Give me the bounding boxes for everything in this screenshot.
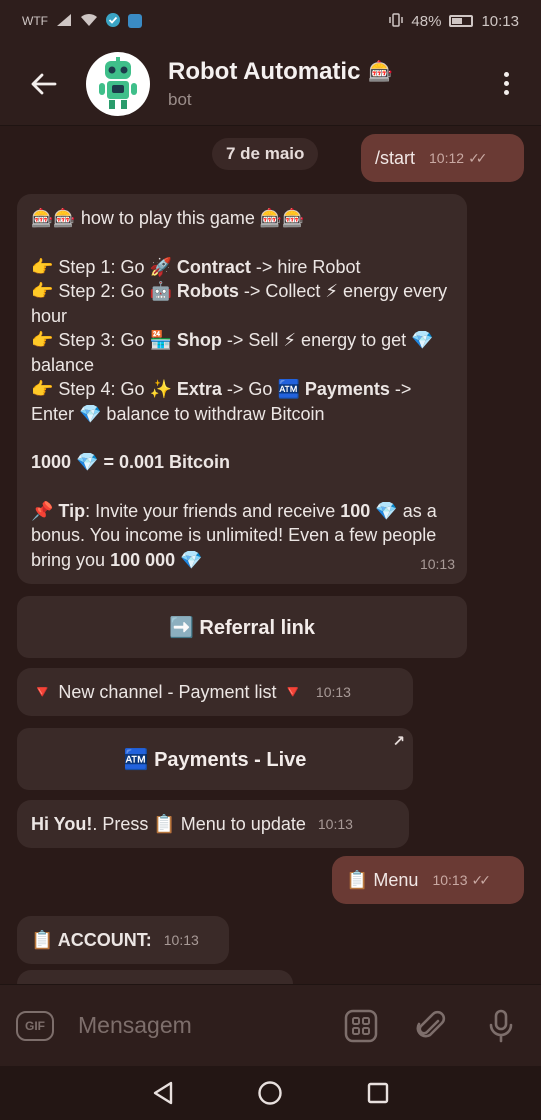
check-circle-icon — [106, 12, 120, 30]
system-nav-bar — [0, 1066, 541, 1120]
message-text: Hi You!. Press 📋 Menu to update — [31, 813, 306, 834]
vibrate-icon — [389, 12, 404, 30]
kebab-dot-icon — [503, 81, 509, 86]
message-line: 👉 Step 4: Go ✨ Extra -> Go 🏧 Payments ->… — [31, 379, 412, 424]
carrier-label: WTF — [22, 14, 48, 28]
back-arrow-icon — [31, 73, 57, 94]
voice-message-button[interactable] — [477, 1002, 525, 1050]
message-text: 🔻 New channel - Payment list 🔻 — [31, 681, 304, 702]
nav-back-icon[interactable] — [152, 1081, 174, 1105]
battery-percent: 48% — [411, 12, 442, 30]
external-link-icon: ↗ — [392, 733, 405, 750]
chat-area[interactable]: 7 de maio /start 10:12 ✓✓ 🎰🎰 how to play… — [0, 126, 541, 984]
message-time: 10:13 — [317, 816, 353, 832]
payments-live-button[interactable]: 🏧 Payments - Live ↗ — [17, 728, 413, 790]
message-line: 🎰🎰 how to play this game 🎰🎰 — [31, 208, 305, 228]
message-line: 👉 Step 3: Go 🏪 Shop -> Sell ⚡ energy to … — [31, 330, 434, 375]
message-line: 📌 Tip: Invite your friends and receive 1… — [31, 500, 437, 570]
message-time: 10:13 — [315, 684, 351, 700]
chat-title-text: Robot Automatic — [168, 57, 361, 85]
bot-commands-button[interactable] — [337, 1002, 385, 1050]
back-button[interactable] — [0, 42, 86, 126]
wifi-icon — [80, 13, 98, 30]
battery-icon — [449, 15, 474, 27]
message-text: 📋 Menu — [346, 869, 419, 890]
double-check-icon: ✓✓ — [468, 149, 488, 166]
message-text: 📋 ACCOUNT: — [31, 929, 152, 950]
message-time: 10:12 — [429, 150, 465, 166]
button-label: 🏧 Payments - Live — [123, 748, 307, 771]
grid-icon — [344, 1009, 378, 1042]
bot-avatar[interactable] — [86, 51, 150, 116]
referral-link-button[interactable]: ➡️ Referral link — [17, 596, 467, 658]
message-line: 👉 Step 1: Go 🚀 Contract -> hire Robot — [31, 256, 361, 277]
robot-icon — [99, 56, 137, 109]
message-time: 10:13 — [419, 555, 455, 572]
message-line: 1000 💎 = 0.001 Bitcoin — [31, 452, 231, 472]
nav-home-icon[interactable] — [257, 1080, 283, 1106]
kebab-dot-icon — [503, 72, 509, 77]
date-separator: 7 de maio — [212, 138, 319, 170]
status-bar: WTF 48% 10:13 — [0, 0, 541, 42]
app-notification-icon — [128, 14, 142, 28]
message-time: 10:13 — [163, 932, 199, 948]
message-line: 👉 Step 2: Go 🤖 Robots -> Collect ⚡ energ… — [31, 281, 448, 326]
message-input[interactable]: Mensagem — [78, 1012, 315, 1039]
message-outgoing[interactable]: 📋 Menu 10:13 ✓✓ — [332, 856, 524, 904]
nav-recents-icon[interactable] — [367, 1082, 389, 1104]
paperclip-icon — [416, 1010, 446, 1037]
message-text: /start — [375, 147, 416, 168]
message-incoming[interactable]: 🔻 New channel - Payment list 🔻 10:13 — [17, 668, 413, 716]
message-incoming[interactable] — [17, 970, 293, 984]
slot-machine-icon: 🎰 — [368, 61, 394, 83]
gif-button[interactable]: GIF — [16, 1010, 54, 1041]
clock: 10:13 — [481, 12, 519, 30]
kebab-dot-icon — [503, 90, 509, 95]
more-options-button[interactable] — [471, 42, 541, 126]
double-check-icon: ✓✓ — [471, 871, 492, 888]
message-time: 10:13 — [432, 872, 468, 888]
chat-title: Robot Automatic 🎰 — [168, 58, 471, 86]
attach-button[interactable] — [407, 1002, 455, 1050]
button-label: ➡️ Referral link — [168, 616, 316, 639]
message-incoming[interactable]: 📋 ACCOUNT: 10:13 — [17, 916, 229, 964]
message-incoming[interactable]: 🎰🎰 how to play this game 🎰🎰 👉 Step 1: Go… — [17, 194, 467, 584]
message-input-bar: GIF Mensagem — [0, 984, 541, 1066]
message-outgoing[interactable]: /start 10:12 ✓✓ — [361, 134, 524, 182]
signal-icon — [56, 13, 72, 30]
message-incoming[interactable]: Hi You!. Press 📋 Menu to update 10:13 — [17, 800, 409, 848]
chat-title-block[interactable]: Robot Automatic 🎰 bot — [168, 58, 471, 110]
chat-header: Robot Automatic 🎰 bot — [0, 42, 541, 126]
chat-subtitle: bot — [168, 89, 192, 109]
microphone-icon — [489, 1009, 513, 1042]
